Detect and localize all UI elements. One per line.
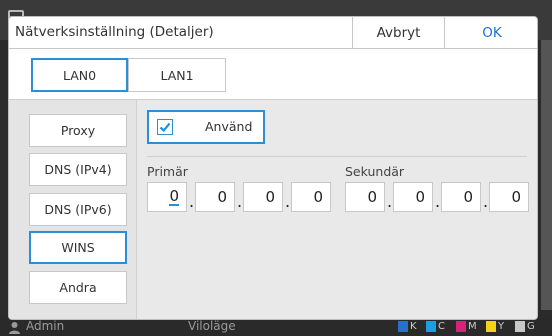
primary-octet-4[interactable]: 0 xyxy=(291,182,331,212)
octet-separator: . xyxy=(237,192,243,211)
primary-octet-3[interactable]: 0 xyxy=(243,182,283,212)
ink-m: M xyxy=(456,321,477,333)
secondary-octet-1[interactable]: 0 xyxy=(345,182,385,212)
wins-settings-panel: Använd Primär Sekundär 0 . 0 . 0 . 0 0 .… xyxy=(136,99,537,319)
octet-separator: . xyxy=(387,192,393,211)
status-mode: Viloläge xyxy=(188,319,236,333)
lan-tab-bar: LAN0 LAN1 xyxy=(9,49,537,99)
nav-item-dns-ipv4[interactable]: DNS (IPv4) xyxy=(29,153,127,186)
settings-nav: Proxy DNS (IPv4) DNS (IPv6) WINS Andra xyxy=(9,99,136,319)
use-label: Använd xyxy=(205,119,253,134)
cancel-button[interactable]: Avbryt xyxy=(352,17,444,49)
secondary-octet-2[interactable]: 0 xyxy=(393,182,433,212)
user-icon xyxy=(9,322,20,334)
checkmark-icon xyxy=(159,122,171,133)
tab-lan0[interactable]: LAN0 xyxy=(31,58,128,92)
use-checkbox[interactable]: Använd xyxy=(147,110,265,144)
dialog-header: Nätverksinställning (Detaljer) Avbryt OK xyxy=(9,17,537,49)
network-settings-dialog: Nätverksinställning (Detaljer) Avbryt OK… xyxy=(8,16,538,320)
nav-item-proxy[interactable]: Proxy xyxy=(29,114,127,147)
dialog-title: Nätverksinställning (Detaljer) xyxy=(15,24,214,40)
ink-y: Y xyxy=(486,321,504,333)
nav-item-other[interactable]: Andra xyxy=(29,271,127,304)
background-scroll-region xyxy=(541,40,552,310)
ink-k: K xyxy=(398,321,417,333)
ink-g: G xyxy=(515,321,535,333)
octet-separator: . xyxy=(285,192,291,211)
ink-c: C xyxy=(426,321,445,333)
tab-lan1[interactable]: LAN1 xyxy=(128,58,226,92)
primary-octet-2[interactable]: 0 xyxy=(195,182,235,212)
octet-separator: . xyxy=(435,192,441,211)
nav-item-wins[interactable]: WINS xyxy=(29,231,127,264)
ok-button[interactable]: OK xyxy=(444,17,537,49)
nav-item-dns-ipv6[interactable]: DNS (IPv6) xyxy=(29,193,127,226)
octet-separator: . xyxy=(483,192,489,211)
primary-label: Primär xyxy=(147,164,188,179)
secondary-label: Sekundär xyxy=(345,164,405,179)
primary-octet-1[interactable]: 0 xyxy=(147,182,187,212)
divider xyxy=(147,156,527,157)
status-bar: Admin Viloläge K C M Y G xyxy=(0,318,552,336)
octet-separator: . xyxy=(189,192,195,211)
status-user: Admin xyxy=(26,319,65,333)
checkbox-box xyxy=(157,119,173,135)
secondary-octet-3[interactable]: 0 xyxy=(441,182,481,212)
secondary-octet-4[interactable]: 0 xyxy=(489,182,529,212)
